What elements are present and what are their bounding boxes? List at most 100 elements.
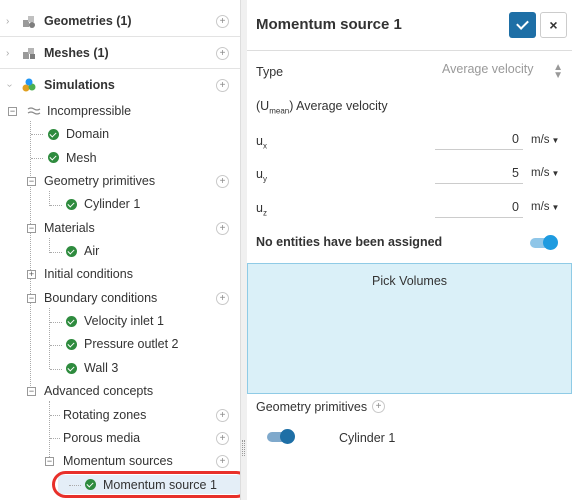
geometries-section[interactable]: › Geometries (1) + [0, 6, 240, 37]
avg-prefix: (U [256, 99, 270, 113]
ux-letter: u [256, 134, 263, 148]
ux-label: ux [256, 134, 267, 151]
tree-line [31, 158, 43, 159]
porous-media-node[interactable]: Porous media [63, 428, 140, 448]
tree-line [50, 369, 62, 370]
tree-line [49, 308, 50, 369]
toggle-knob [543, 235, 558, 250]
caret-down-icon: ▼ [551, 203, 560, 212]
add-rotating-zone-button[interactable]: + [216, 409, 229, 422]
advanced-concepts-node[interactable]: Advanced concepts [44, 381, 153, 401]
add-mesh-button[interactable]: + [216, 47, 229, 60]
meshes-title: Meshes (1) [44, 46, 109, 60]
splitter-grip-icon[interactable] [242, 440, 245, 456]
uz-unit-select[interactable]: m/s ▼ [531, 201, 559, 213]
uz-input[interactable]: 0 [435, 196, 523, 218]
simulations-title: Simulations [44, 78, 115, 92]
velocity-inlet-node[interactable]: Velocity inlet 1 [84, 311, 164, 331]
simulation-node[interactable]: Incompressible [47, 101, 131, 121]
panel-splitter[interactable] [240, 0, 247, 500]
average-velocity-heading: (Umean) Average velocity [256, 99, 388, 116]
type-select[interactable]: Average velocity ▲ ▼ [442, 62, 567, 82]
tree-line [31, 134, 43, 135]
collapse-toggle[interactable]: − [27, 387, 36, 396]
domain-node[interactable]: Domain [66, 124, 109, 144]
simulations-section[interactable]: › Simulations + [0, 70, 240, 101]
add-geometry-button[interactable]: + [216, 15, 229, 28]
chevron-right-icon[interactable]: › [6, 48, 9, 59]
expand-toggle[interactable]: + [27, 270, 36, 279]
highlight-annotation [52, 471, 250, 498]
tree-line [50, 205, 62, 206]
unit-label: m/s [531, 134, 550, 146]
collapse-toggle[interactable]: − [8, 107, 17, 116]
chevron-down-icon[interactable]: › [4, 84, 15, 87]
geometry-primitives-label: Geometry primitives [256, 400, 368, 414]
check-icon [48, 152, 59, 163]
add-boundary-condition-button[interactable]: + [216, 292, 229, 305]
uy-letter: u [256, 167, 263, 181]
collapse-toggle[interactable]: − [27, 177, 36, 186]
boundary-conditions-node[interactable]: Boundary conditions [44, 288, 157, 308]
momentum-sources-node[interactable]: Momentum sources [63, 451, 173, 471]
add-geometry-primitive-button[interactable]: + [372, 400, 385, 413]
assignment-toggle[interactable] [530, 235, 558, 250]
avg-suffix: ) Average velocity [289, 99, 388, 113]
toggle-knob [280, 429, 295, 444]
uz-letter: u [256, 201, 263, 215]
check-icon [66, 246, 77, 257]
flow-icon [27, 107, 41, 115]
rotating-zones-node[interactable]: Rotating zones [63, 405, 146, 425]
confirm-button[interactable] [509, 12, 536, 38]
pick-volumes-label: Pick Volumes [371, 274, 448, 288]
add-material-button[interactable]: + [216, 222, 229, 235]
geometries-icon [23, 16, 35, 28]
collapse-toggle[interactable]: − [45, 457, 54, 466]
add-geometry-primitive-button[interactable]: + [216, 175, 229, 188]
wall-node[interactable]: Wall 3 [84, 358, 118, 378]
chevron-down-icon: ▼ [553, 70, 563, 81]
uy-subscript: y [262, 174, 267, 184]
simulations-icon [22, 78, 36, 92]
properties-panel: Momentum source 1 × Type Average velocit… [247, 0, 572, 500]
caret-down-icon: ▼ [551, 169, 560, 178]
cylinder-toggle[interactable] [267, 429, 295, 444]
air-node[interactable]: Air [84, 241, 99, 261]
pick-volumes-area[interactable]: Pick Volumes [247, 263, 572, 394]
add-momentum-source-button[interactable]: + [216, 455, 229, 468]
tree-line [50, 345, 62, 346]
collapse-toggle[interactable]: − [27, 224, 36, 233]
meshes-section[interactable]: › Meshes (1) + [0, 38, 240, 69]
avg-subscript: mean [269, 106, 290, 116]
ux-input[interactable]: 0 [435, 128, 523, 150]
add-porous-media-button[interactable]: + [216, 432, 229, 445]
collapse-toggle[interactable]: − [27, 294, 36, 303]
check-icon [48, 129, 59, 140]
tree-line [49, 191, 50, 206]
uz-subscript: z [262, 208, 267, 218]
pressure-outlet-node[interactable]: Pressure outlet 2 [84, 334, 179, 354]
materials-node[interactable]: Materials [44, 218, 95, 238]
unit-label: m/s [531, 201, 550, 213]
ux-subscript: x [262, 141, 267, 151]
simulation-tree: › Geometries (1) + › Meshes (1) + › Simu… [0, 0, 250, 500]
check-icon [66, 316, 77, 327]
meshes-icon [23, 48, 35, 59]
uy-input[interactable]: 5 [435, 162, 523, 184]
assignment-status: No entities have been assigned [256, 235, 443, 249]
chevron-right-icon[interactable]: › [6, 16, 9, 27]
close-button[interactable]: × [540, 12, 567, 38]
panel-header: Momentum source 1 × [247, 0, 572, 51]
ux-unit-select[interactable]: m/s ▼ [531, 134, 559, 146]
add-simulation-button[interactable]: + [216, 79, 229, 92]
cylinder-node[interactable]: Cylinder 1 [84, 194, 140, 214]
geometry-primitives-node[interactable]: Geometry primitives [44, 171, 155, 191]
tree-line [50, 252, 62, 253]
initial-conditions-node[interactable]: Initial conditions [44, 264, 133, 284]
tree-line [49, 401, 50, 463]
uy-unit-select[interactable]: m/s ▼ [531, 167, 559, 179]
panel-title: Momentum source 1 [256, 16, 402, 33]
tree-line [50, 322, 62, 323]
mesh-node[interactable]: Mesh [66, 148, 97, 168]
tree-line [30, 121, 31, 394]
